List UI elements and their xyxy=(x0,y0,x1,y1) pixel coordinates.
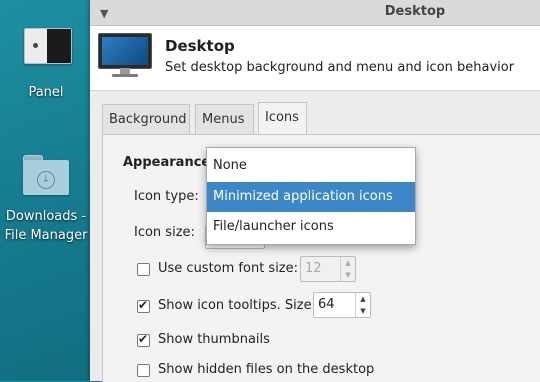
window-title: Desktop xyxy=(384,4,446,19)
icon-type-dropdown: None Minimized application icons File/la… xyxy=(206,147,416,245)
option-minimized-application-icons[interactable]: Minimized application icons xyxy=(207,182,415,212)
spin-up-icon[interactable]: ▲ xyxy=(341,257,355,269)
tooltips-checkbox[interactable] xyxy=(137,298,150,313)
titlebar[interactable]: ▼ Desktop xyxy=(90,0,540,26)
custom-font-label: Use custom font size: xyxy=(158,261,299,276)
custom-font-value: 12 xyxy=(305,261,322,276)
desktop-icon-label: File Manager xyxy=(4,228,88,243)
tooltips-size-spinner[interactable]: 64 ▲ ▼ xyxy=(313,292,371,318)
spin-up-icon[interactable]: ▲ xyxy=(356,293,370,305)
thumbnails-label: Show thumbnails xyxy=(158,332,270,347)
header-subtitle: Set desktop background and menu and icon… xyxy=(165,60,515,75)
thumbnails-checkbox[interactable] xyxy=(137,332,150,347)
icon-type-label: Icon type: xyxy=(134,189,199,204)
spin-down-icon[interactable]: ▼ xyxy=(341,269,355,281)
icon-size-label: Icon size: xyxy=(134,225,195,240)
desktop-icon-downloads[interactable]: Downloads - File Manager xyxy=(0,207,92,245)
monitor-icon xyxy=(98,33,152,79)
tab-background[interactable]: Background xyxy=(102,104,190,134)
option-file-launcher-icons[interactable]: File/launcher icons xyxy=(207,212,415,242)
tooltips-label: Show icon tooltips. Size: xyxy=(158,298,316,313)
spin-down-icon[interactable]: ▼ xyxy=(356,305,370,317)
tab-menus[interactable]: Menus xyxy=(195,104,254,134)
panel-icon[interactable] xyxy=(24,28,72,64)
desktop-icon-label: Downloads - xyxy=(5,209,87,224)
desktop-icon-panel[interactable]: Panel xyxy=(0,83,92,102)
header-title: Desktop xyxy=(165,37,235,55)
folder-icon[interactable]: ↓ xyxy=(23,155,69,195)
hidden-files-checkbox[interactable] xyxy=(137,364,150,377)
desktop-icon-label: Panel xyxy=(28,85,64,100)
hidden-files-label: Show hidden files on the desktop xyxy=(158,362,375,377)
custom-font-spinner[interactable]: 12 ▲ ▼ xyxy=(300,256,356,282)
appearance-heading: Appearance xyxy=(123,155,211,170)
option-none[interactable]: None xyxy=(207,151,415,181)
dialog-header: Desktop Set desktop background and menu … xyxy=(90,26,540,91)
custom-font-checkbox[interactable] xyxy=(137,263,150,276)
tooltips-size-value: 64 xyxy=(318,297,335,312)
tab-icons[interactable]: Icons xyxy=(258,102,307,134)
